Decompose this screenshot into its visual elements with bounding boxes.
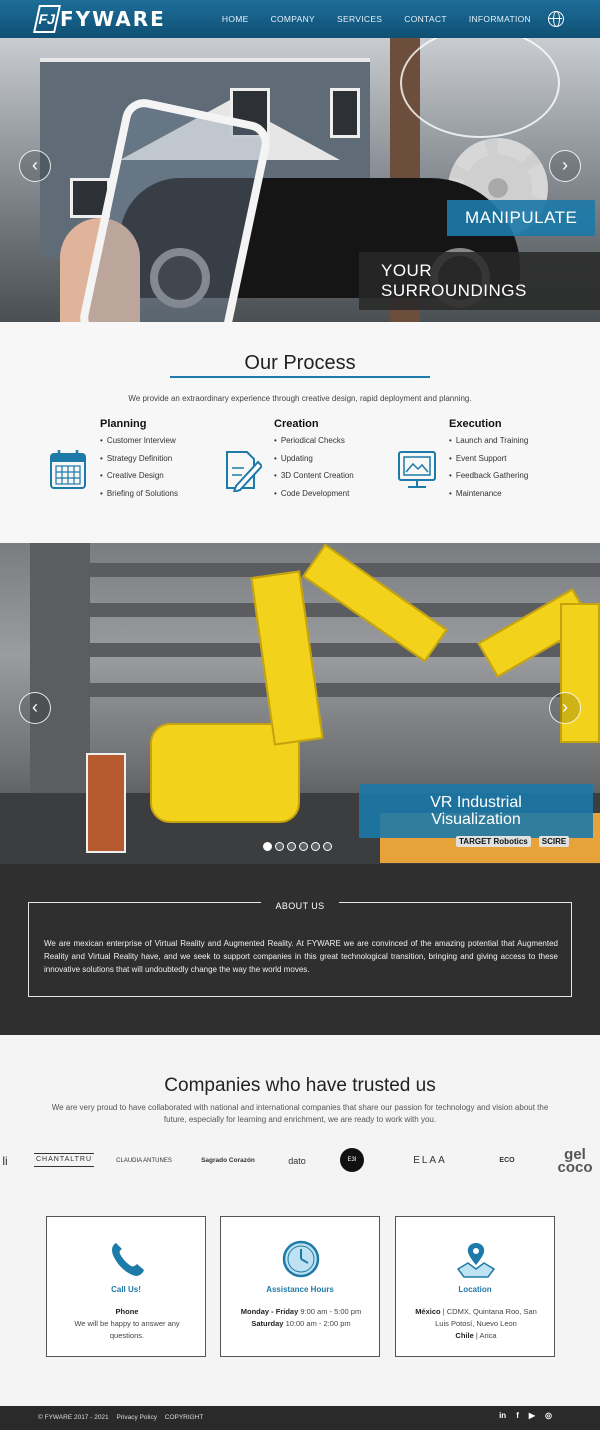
youtube-icon[interactable]: ▶ <box>529 1411 535 1420</box>
hero-caption-top: MANIPULATE <box>447 200 596 236</box>
planning-title: Planning <box>100 418 147 430</box>
shelf-boxes <box>86 753 126 853</box>
footer-text: © FYWARE 2017 - 2021 Privacy Policy COPY… <box>38 1414 209 1421</box>
calendar-icon <box>50 450 86 489</box>
execution-item: Event Support <box>449 454 600 472</box>
card-label: Saturday <box>251 1319 284 1328</box>
card-body: Phone We will be happy to answer any que… <box>61 1306 193 1342</box>
phone-icon <box>112 1243 144 1276</box>
creation-title: Creation <box>274 418 319 430</box>
slider-dot[interactable] <box>263 842 272 851</box>
robot-arm <box>250 570 324 746</box>
card-label: Monday - Friday <box>240 1307 299 1316</box>
vr-caption: VR Industrial Visualization <box>359 784 593 838</box>
execution-item: Feedback Gathering <box>449 471 600 489</box>
slider-dot[interactable] <box>287 842 296 851</box>
contact-card-hours: Assistance Hours Monday - Friday 9:00 am… <box>220 1216 380 1357</box>
card-title: Location <box>458 1285 492 1294</box>
social-links: in f ▶ ◎ <box>499 1411 552 1420</box>
hero-next-arrow-icon[interactable]: › <box>549 150 581 182</box>
contact-card-call: Call Us! Phone We will be happy to answe… <box>46 1216 206 1357</box>
nav-company[interactable]: COMPANY <box>260 14 326 24</box>
card-label: Phone <box>115 1307 139 1316</box>
logo-mark-icon: FJ <box>33 5 61 33</box>
nav-information[interactable]: INFORMATION <box>458 14 542 24</box>
vr-partner-logos: TARGET Robotics SCIRE <box>456 836 570 847</box>
client-logo: CHANTALTRU <box>34 1153 94 1167</box>
execution-title: Execution <box>449 418 502 430</box>
about-title-wrap: ABOUT US <box>0 896 600 914</box>
wall-slat <box>90 683 600 697</box>
companies-text: We are very proud to have collaborated w… <box>51 1103 549 1124</box>
client-logo: Sagrado Corazón <box>201 1157 255 1164</box>
client-logo-strip: li CHANTALTRU CLAUDIA ANTUNES Sagrado Co… <box>0 1145 600 1177</box>
process-intro: We provide an extraordinary experience t… <box>128 394 472 403</box>
globe-icon[interactable] <box>548 11 564 27</box>
footer-copyright: © FYWARE 2017 - 2021 <box>38 1414 109 1421</box>
process-title-underline <box>170 376 430 378</box>
nav-contact[interactable]: CONTACT <box>393 14 458 24</box>
client-logo: li <box>2 1154 8 1168</box>
card-label: México <box>415 1307 441 1316</box>
linkedin-icon[interactable]: in <box>499 1411 506 1420</box>
logo-text: FYWARE <box>60 7 166 31</box>
hero-prev-arrow-icon[interactable]: ‹ <box>19 150 51 182</box>
clock-icon <box>282 1240 320 1278</box>
card-text: We will be happy to answer any questions… <box>74 1319 180 1340</box>
execution-item: Maintenance <box>449 489 600 507</box>
scire-logo: SCIRE <box>538 836 570 847</box>
execution-item: Launch and Training <box>449 436 600 454</box>
copyright-link[interactable]: COPYRIGHT <box>165 1414 204 1421</box>
companies-title: Companies who have trusted us <box>164 1075 436 1096</box>
house-window <box>330 88 360 138</box>
process-title: Our Process <box>244 352 356 374</box>
vr-next-arrow-icon[interactable]: › <box>549 692 581 724</box>
instagram-icon[interactable]: ◎ <box>545 1411 552 1420</box>
vr-caption-line1: VR Industrial <box>430 794 522 811</box>
fyware-logo[interactable]: FJ FYWARE <box>33 4 166 34</box>
client-logo: E3I <box>340 1148 364 1172</box>
nav-menu: HOME COMPANY SERVICES CONTACT INFORMATIO… <box>211 0 564 38</box>
nav-home[interactable]: HOME <box>211 14 260 24</box>
facebook-icon[interactable]: f <box>516 1411 519 1420</box>
process-column-execution: Execution Launch and Training Event Supp… <box>449 418 600 506</box>
speedometer-overlay <box>400 38 560 138</box>
client-logo: ECO <box>499 1157 515 1164</box>
map-icon <box>456 1243 496 1278</box>
card-body: México | CDMX, Quintana Roo, San Luis Po… <box>410 1306 542 1342</box>
client-logo: gel coco <box>557 1146 593 1176</box>
slider-dot[interactable] <box>275 842 284 851</box>
hero-caption-bottom: YOUR SURROUNDINGS <box>359 252 600 310</box>
client-logo: dato <box>288 1156 306 1166</box>
card-label: Chile <box>455 1331 474 1340</box>
monitor-icon <box>398 451 436 488</box>
top-navbar: FJ FYWARE HOME COMPANY SERVICES CONTACT … <box>0 0 600 38</box>
card-text: 9:00 am - 5:00 pm <box>300 1307 362 1316</box>
privacy-policy-link[interactable]: Privacy Policy <box>116 1414 156 1421</box>
slider-dot[interactable] <box>323 842 332 851</box>
about-title: ABOUT US <box>261 901 339 911</box>
target-robotics-logo: TARGET Robotics <box>456 836 531 847</box>
card-body: Monday - Friday 9:00 am - 5:00 pm Saturd… <box>235 1306 367 1330</box>
document-edit-icon <box>226 451 262 492</box>
client-logo: CLAUDIA ANTUNES <box>116 1158 172 1164</box>
contact-card-location: Location México | CDMX, Quintana Roo, Sa… <box>395 1216 555 1357</box>
slider-dot[interactable] <box>299 842 308 851</box>
card-title: Call Us! <box>111 1285 141 1294</box>
card-title: Assistance Hours <box>266 1285 334 1294</box>
vr-prev-arrow-icon[interactable]: ‹ <box>19 692 51 724</box>
about-text: We are mexican enterprise of Virtual Rea… <box>44 939 558 974</box>
card-text: | CDMX, Quintana Roo, San Luis Potosí, N… <box>435 1307 537 1328</box>
client-logo: ELAA <box>413 1155 447 1166</box>
card-text: 10:00 am - 2:00 pm <box>285 1319 351 1328</box>
card-text: | Arica <box>475 1331 497 1340</box>
nav-services[interactable]: SERVICES <box>326 14 393 24</box>
slider-dot[interactable] <box>311 842 320 851</box>
slider-dots <box>263 842 332 851</box>
vr-caption-line2: Visualization <box>431 811 521 828</box>
